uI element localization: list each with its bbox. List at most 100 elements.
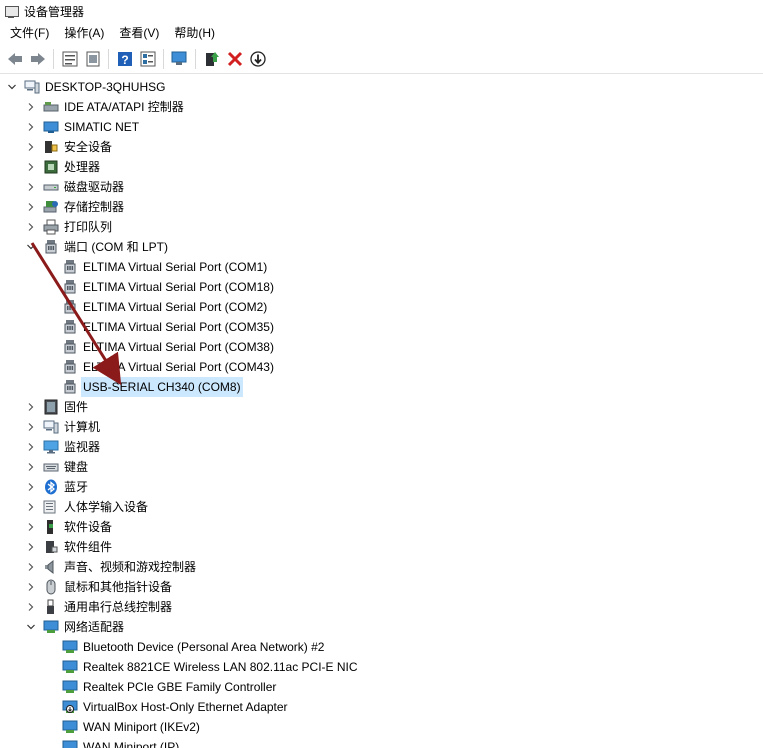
chevron-right-icon[interactable] (25, 157, 37, 177)
tree-node-label: 通用串行总线控制器 (64, 600, 173, 614)
chevron-right-icon[interactable] (25, 117, 37, 137)
chevron-down-icon[interactable] (6, 77, 18, 97)
tree-node[interactable]: 网络适配器 (0, 617, 763, 637)
tree-node[interactable]: VirtualBox Host-Only Ethernet Adapter (0, 697, 763, 717)
tree-node-label: VirtualBox Host-Only Ethernet Adapter (83, 700, 288, 714)
chevron-right-icon[interactable] (25, 497, 37, 517)
security-device-icon (43, 139, 59, 155)
back-arrow-icon (6, 50, 24, 68)
toolbar-separator (53, 49, 54, 69)
tree-node-label: 磁盘驱动器 (64, 180, 125, 194)
help-button[interactable]: ? (114, 48, 136, 70)
tree-node-label: 人体学输入设备 (64, 500, 149, 514)
tree-node[interactable]: Realtek 8821CE Wireless LAN 802.11ac PCI… (0, 657, 763, 677)
chevron-right-icon[interactable] (25, 577, 37, 597)
device-tree[interactable]: DESKTOP-3QHUHSG IDE ATA/ATAPI 控制器 SIMATIC … (0, 77, 763, 748)
tree-node[interactable]: ELTIMA Virtual Serial Port (COM43) (0, 357, 763, 377)
chevron-right-icon[interactable] (25, 97, 37, 117)
chevron-right-icon[interactable] (25, 417, 37, 437)
tree-node[interactable]: Bluetooth Device (Personal Area Network)… (0, 637, 763, 657)
tree-node[interactable]: 计算机 (0, 417, 763, 437)
port-icon (62, 279, 78, 295)
chevron-right-icon[interactable] (25, 197, 37, 217)
processor-icon (43, 159, 59, 175)
tree-node[interactable]: 键盘 (0, 457, 763, 477)
tree-node[interactable]: DESKTOP-3QHUHSG (0, 77, 763, 97)
scan-hardware-button[interactable] (169, 48, 191, 70)
tree-node[interactable]: SIMATIC NET (0, 117, 763, 137)
menu-item-3[interactable]: 帮助(H) (169, 22, 220, 44)
tree-node[interactable]: WAN Miniport (IKEv2) (0, 717, 763, 737)
tree-node[interactable]: 声音、视频和游戏控制器 (0, 557, 763, 577)
chevron-right-icon[interactable] (25, 477, 37, 497)
tree-node[interactable]: 端口 (COM 和 LPT) (0, 237, 763, 257)
chevron-down-icon[interactable] (25, 617, 37, 637)
chevron-right-icon[interactable] (25, 457, 37, 477)
tree-node[interactable]: 处理器 (0, 157, 763, 177)
tree-node[interactable]: USB-SERIAL CH340 (COM8) (0, 377, 763, 397)
chevron-right-icon[interactable] (25, 217, 37, 237)
chevron-right-icon[interactable] (25, 597, 37, 617)
tree-node-label: ELTIMA Virtual Serial Port (COM2) (83, 300, 268, 314)
tree-node[interactable]: 人体学输入设备 (0, 497, 763, 517)
update-driver-button[interactable] (201, 48, 223, 70)
network-adapter-icon (62, 679, 78, 695)
tree-node[interactable]: 鼠标和其他指针设备 (0, 577, 763, 597)
chevron-right-icon[interactable] (25, 557, 37, 577)
disk-drive-icon (43, 179, 59, 195)
show-hidden-button[interactable] (82, 48, 104, 70)
tree-node[interactable]: ELTIMA Virtual Serial Port (COM35) (0, 317, 763, 337)
chevron-right-icon[interactable] (25, 397, 37, 417)
uninstall-device-button[interactable] (224, 48, 246, 70)
chevron-down-icon[interactable] (25, 237, 37, 257)
keyboard-icon (43, 459, 59, 475)
menu-item-0[interactable]: 文件(F) (5, 22, 54, 44)
back-arrow-button[interactable] (4, 48, 26, 70)
tree-node[interactable]: 打印队列 (0, 217, 763, 237)
tree-node[interactable]: ELTIMA Virtual Serial Port (COM1) (0, 257, 763, 277)
title-bar: 设备管理器 (0, 0, 763, 22)
tree-node[interactable]: ELTIMA Virtual Serial Port (COM18) (0, 277, 763, 297)
tree-node[interactable]: 磁盘驱动器 (0, 177, 763, 197)
tree-node-label: IDE ATA/ATAPI 控制器 (64, 100, 184, 114)
menu-item-2[interactable]: 查看(V) (114, 22, 164, 44)
menu-item-1[interactable]: 操作(A) (59, 22, 109, 44)
toolbar-separator (108, 49, 109, 69)
tree-node[interactable]: ELTIMA Virtual Serial Port (COM2) (0, 297, 763, 317)
tree-node[interactable]: 软件设备 (0, 517, 763, 537)
tree-node[interactable]: 通用串行总线控制器 (0, 597, 763, 617)
uninstall-device-icon (226, 50, 244, 68)
tree-node-label: WAN Miniport (IKEv2) (83, 720, 200, 734)
tree-node[interactable]: Realtek PCIe GBE Family Controller (0, 677, 763, 697)
disable-device-button[interactable] (247, 48, 269, 70)
tree-node-label: 监视器 (64, 440, 101, 454)
properties-button[interactable] (59, 48, 81, 70)
tree-node[interactable]: 监视器 (0, 437, 763, 457)
tree-node-label: 固件 (64, 400, 89, 414)
tree-node[interactable]: 安全设备 (0, 137, 763, 157)
chevron-right-icon[interactable] (25, 177, 37, 197)
printer-icon (43, 219, 59, 235)
tree-node-label: 安全设备 (64, 140, 113, 154)
network-adapter-disabled-icon (62, 699, 78, 715)
network-adapter-icon (62, 659, 78, 675)
tree-node[interactable]: 固件 (0, 397, 763, 417)
tree-node[interactable]: WAN Miniport (IP) (0, 737, 763, 748)
chevron-right-icon[interactable] (25, 517, 37, 537)
toolbar-separator (195, 49, 196, 69)
chevron-right-icon[interactable] (25, 437, 37, 457)
tree-node[interactable]: 软件组件 (0, 537, 763, 557)
chevron-right-icon[interactable] (25, 137, 37, 157)
tree-node[interactable]: ELTIMA Virtual Serial Port (COM38) (0, 337, 763, 357)
tree-node-label: ELTIMA Virtual Serial Port (COM38) (83, 340, 274, 354)
port-icon (62, 379, 78, 395)
tree-node[interactable]: 蓝牙 (0, 477, 763, 497)
view-by-button[interactable] (137, 48, 159, 70)
tree-node[interactable]: 存储控制器 (0, 197, 763, 217)
tree-node[interactable]: IDE ATA/ATAPI 控制器 (0, 97, 763, 117)
port-icon (62, 339, 78, 355)
forward-arrow-button[interactable] (27, 48, 49, 70)
chevron-right-icon[interactable] (25, 537, 37, 557)
tree-node-label: 蓝牙 (64, 480, 89, 494)
computer-icon (43, 419, 59, 435)
